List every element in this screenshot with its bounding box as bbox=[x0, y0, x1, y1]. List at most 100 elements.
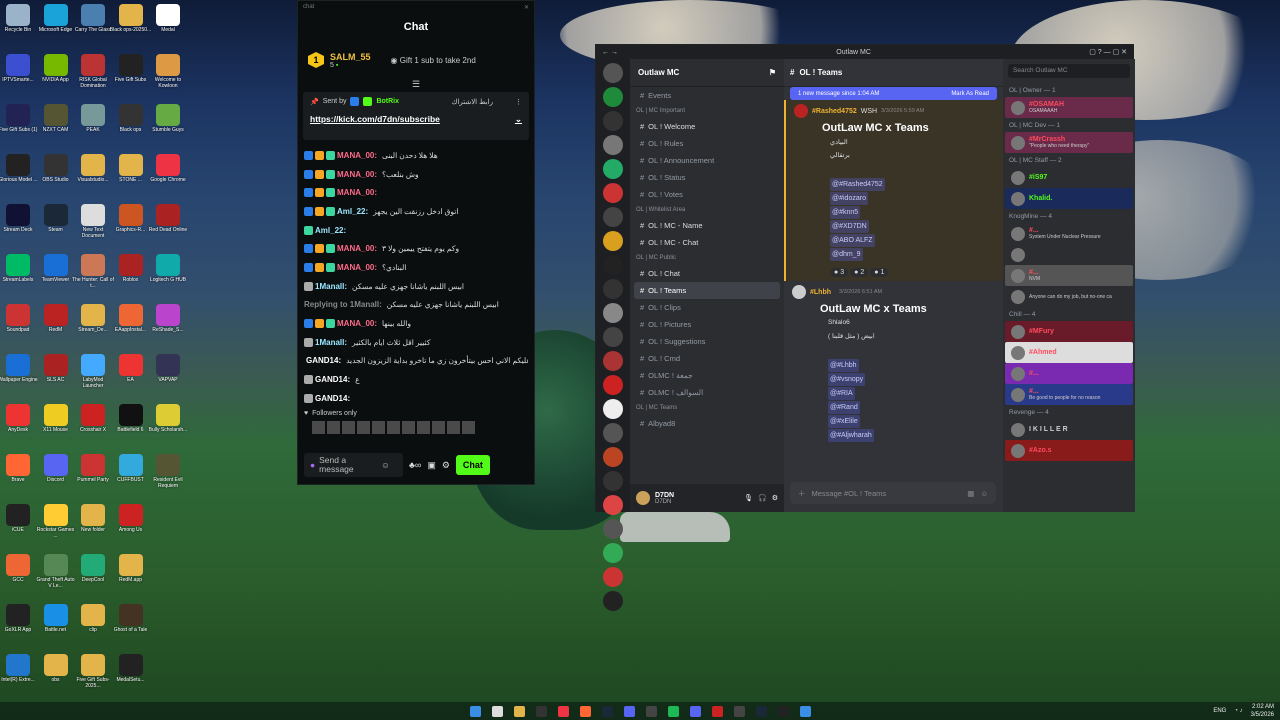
app-icon[interactable] bbox=[689, 705, 701, 717]
member-item[interactable]: #... System Under Nuclear Pressure bbox=[1005, 223, 1133, 244]
back-icon[interactable]: ← → bbox=[602, 49, 618, 56]
chat-username[interactable]: Aml_22: bbox=[337, 207, 368, 216]
channel-item[interactable]: # OL ! Announcement bbox=[630, 152, 784, 169]
chat-username[interactable]: MANA_00: bbox=[337, 151, 377, 160]
desktop-icon[interactable]: Wallpaper Engine bbox=[0, 354, 39, 384]
desktop-icon[interactable]: Rockstar Games ... bbox=[35, 504, 77, 540]
app-icon[interactable] bbox=[799, 705, 811, 717]
member-item[interactable]: #... Be good to people for no reason bbox=[1005, 384, 1133, 405]
steam-icon[interactable] bbox=[755, 705, 767, 717]
gear-icon[interactable]: ⚙ bbox=[772, 494, 778, 502]
desktop-icon[interactable]: Red Dead Online bbox=[147, 204, 189, 234]
mention[interactable]: @#xElile bbox=[828, 415, 860, 428]
chevron-down-icon[interactable]: ⌄ bbox=[515, 114, 522, 125]
chat-message[interactable]: MANA_00: والله بينها bbox=[304, 314, 528, 333]
chrome-icon[interactable] bbox=[557, 705, 569, 717]
member-item[interactable]: #iS97 bbox=[1005, 167, 1133, 188]
server-icon[interactable] bbox=[603, 471, 623, 491]
system-tray[interactable]: ENG ◔ ♪ 2:02 AM 3/5/2026 bbox=[1213, 703, 1274, 719]
chat-message[interactable]: 1Manall: كثيير اقل ثلاث ايام بالكثير bbox=[304, 333, 528, 352]
desktop-icon[interactable]: GoXLR App bbox=[0, 604, 39, 634]
desktop-icon[interactable]: Battlefield 6 bbox=[110, 404, 152, 434]
desktop-icon[interactable]: Roblox bbox=[110, 254, 152, 284]
desktop-icon[interactable]: GCC bbox=[0, 554, 39, 584]
chat-message[interactable]: Replying to 1Manall: ابيس اللبنم ياشانا ج… bbox=[304, 296, 528, 315]
chat-message[interactable]: MANA_00: bbox=[304, 183, 528, 202]
server-icon[interactable] bbox=[603, 567, 623, 587]
mention[interactable]: @#knn5 bbox=[830, 206, 861, 219]
gift-icon[interactable]: ▦ bbox=[967, 489, 974, 498]
chat-message[interactable]: Aml_22: bbox=[304, 221, 528, 240]
server-icon[interactable] bbox=[603, 351, 623, 371]
desktop-icon[interactable]: RedM bbox=[35, 304, 77, 334]
store-icon[interactable]: ▣ bbox=[427, 460, 436, 471]
server-icon[interactable] bbox=[603, 543, 623, 563]
member-item[interactable]: Khalid. bbox=[1005, 188, 1133, 209]
desktop-icon[interactable]: obs bbox=[35, 654, 77, 684]
desktop-icon[interactable]: Recycle Bin bbox=[0, 4, 39, 34]
server-icon[interactable] bbox=[603, 591, 623, 611]
chat-message[interactable]: MANA_00: هلا هلا دحدن البنى bbox=[304, 146, 528, 165]
channel-item[interactable]: # OL ! Suggestions bbox=[630, 333, 784, 350]
desktop-icon[interactable]: ReShade_S... bbox=[147, 304, 189, 334]
channel-category[interactable]: OL | MC Public bbox=[630, 251, 784, 265]
desktop-icon[interactable]: Black ops bbox=[110, 104, 152, 134]
emote-bar[interactable] bbox=[298, 419, 534, 434]
brave-icon[interactable] bbox=[579, 705, 591, 717]
emoji-icon[interactable]: ☺ bbox=[980, 489, 988, 498]
server-icon[interactable] bbox=[603, 207, 623, 227]
desktop-icon[interactable]: Graphics-R... bbox=[110, 204, 152, 234]
discord-icon[interactable] bbox=[623, 705, 635, 717]
search-input[interactable]: Search Outlaw MC bbox=[1008, 64, 1130, 78]
search-icon[interactable] bbox=[491, 705, 503, 717]
desktop-icon[interactable]: Welcome to Kowloon bbox=[147, 54, 189, 90]
chat-input[interactable]: ● Send a message ☺ bbox=[304, 453, 403, 477]
mention[interactable]: @#Aljwharah bbox=[828, 429, 874, 442]
gear-icon[interactable]: ⚙ bbox=[442, 460, 450, 471]
desktop-icon[interactable]: StreamLabels bbox=[0, 254, 39, 284]
new-messages-bar[interactable]: 1 new message since 1:04 AM Mark As Read bbox=[790, 87, 997, 100]
member-item[interactable]: Anyone can do my job, but no-one ca bbox=[1005, 286, 1133, 307]
channel-item[interactable]: # OL ! Teams bbox=[634, 282, 780, 299]
mention[interactable]: @#vsnopy bbox=[828, 373, 866, 386]
mic-icon[interactable]: 🎙 bbox=[744, 494, 753, 502]
member-item[interactable]: I K I L L E R bbox=[1005, 419, 1133, 440]
desktop-icon[interactable]: MedalSetu... bbox=[110, 654, 152, 684]
server-icon[interactable] bbox=[603, 135, 623, 155]
server-icon[interactable] bbox=[603, 111, 623, 131]
desktop-icon[interactable]: NZXT CAM bbox=[35, 104, 77, 134]
reaction[interactable]: ● 3 bbox=[830, 268, 849, 277]
desktop-icon[interactable]: DeepCool bbox=[72, 554, 114, 584]
avatar[interactable] bbox=[792, 285, 806, 299]
desktop-icon[interactable]: Five Gift Subs-2025... bbox=[72, 654, 114, 690]
desktop-icon[interactable]: VAPVAP bbox=[147, 354, 189, 384]
mention[interactable]: @#idozaro bbox=[830, 192, 868, 205]
chat-username[interactable]: GAND14: bbox=[315, 375, 350, 384]
member-item[interactable]: #... NVM bbox=[1005, 265, 1133, 286]
mention[interactable]: @#Lhbh bbox=[828, 359, 859, 372]
kick-icon[interactable] bbox=[535, 705, 547, 717]
chat-message[interactable]: GAND14: اشوف انا تسحب عليكم الاني احس بيت… bbox=[304, 352, 528, 371]
chat-message[interactable]: Aml_22: اتوق ادخل رزنقت الين يجهز bbox=[304, 202, 528, 221]
app-icon[interactable] bbox=[711, 705, 723, 717]
desktop-icon[interactable]: IPTVSmarte... bbox=[0, 54, 39, 84]
desktop-icon[interactable]: Among Us bbox=[110, 504, 152, 534]
member-item[interactable]: #Ahmed bbox=[1005, 342, 1133, 363]
desktop-icon[interactable]: Soundpad bbox=[0, 304, 39, 334]
chat-message[interactable]: MANA_00: وش بنلعب؟ bbox=[304, 165, 528, 184]
rewards-icon[interactable]: ♣∞ bbox=[409, 460, 421, 470]
desktop-icon[interactable]: Glorious Model ... bbox=[0, 154, 39, 184]
desktop-icon[interactable]: Crosshair X bbox=[72, 404, 114, 434]
desktop-icon[interactable]: NVIDIA App bbox=[35, 54, 77, 84]
desktop-icon[interactable]: New Text Document bbox=[72, 204, 114, 240]
desktop-icon[interactable]: Pummel Party bbox=[72, 454, 114, 484]
desktop-icon[interactable]: Visualstudio... bbox=[72, 154, 114, 184]
desktop-icon[interactable]: CUFFBUST bbox=[110, 454, 152, 484]
server-icon[interactable] bbox=[603, 447, 623, 467]
emoji-icon[interactable]: ☺ bbox=[381, 460, 390, 470]
chat-username[interactable]: MANA_00: bbox=[337, 244, 377, 253]
expand-icon[interactable]: ☰ bbox=[298, 79, 534, 90]
avatar[interactable] bbox=[794, 104, 808, 118]
member-item[interactable]: #MFury bbox=[1005, 321, 1133, 342]
channel-item[interactable]: # OL ! Clips bbox=[630, 299, 784, 316]
